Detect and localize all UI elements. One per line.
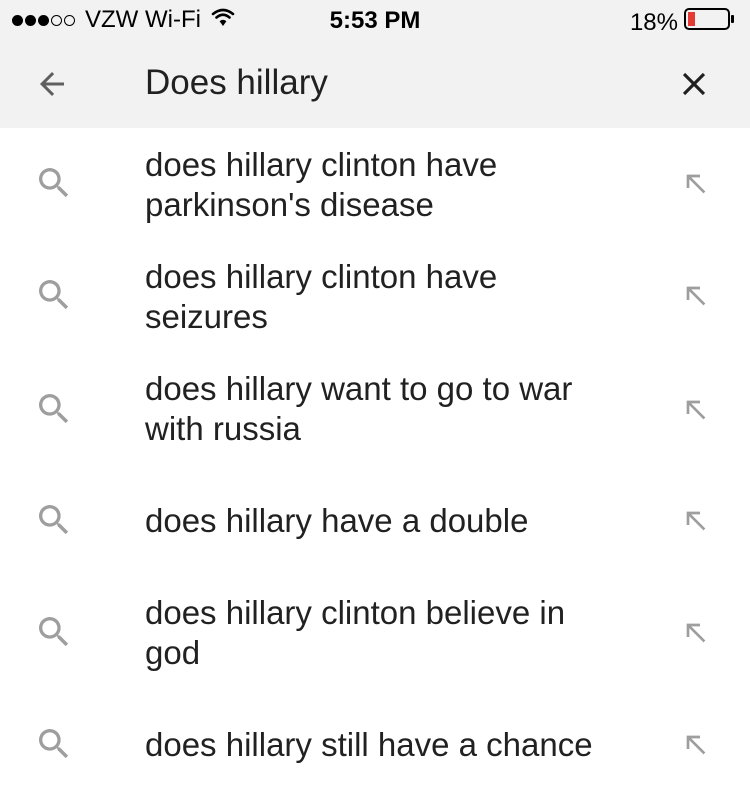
close-icon <box>682 72 706 96</box>
suggestion-text: does hillary clinton have parkinson's di… <box>145 145 625 225</box>
suggestion-line: does hillary clinton have <box>145 146 498 183</box>
suggestion-line: seizures <box>145 298 268 335</box>
suggestion-line: parkinson's disease <box>145 186 434 223</box>
suggestion-item[interactable]: does hillary clinton have seizures <box>0 240 750 352</box>
back-button[interactable] <box>28 62 76 106</box>
search-icon <box>39 280 69 310</box>
suggestion-item[interactable]: does hillary have a double <box>0 464 750 576</box>
suggestion-text: does hillary clinton believe in god <box>145 593 625 673</box>
arrow-up-left-icon[interactable] <box>680 505 712 537</box>
battery-icon <box>684 7 736 38</box>
status-right: 18% <box>630 7 736 38</box>
arrow-up-left-icon[interactable] <box>680 617 712 649</box>
search-icon <box>39 617 69 647</box>
suggestion-line: does hillary have a double <box>145 502 529 539</box>
suggestion-item[interactable]: does hillary clinton have parkinson's di… <box>0 128 750 240</box>
suggestion-text: does hillary clinton have seizures <box>145 257 625 337</box>
search-icon <box>39 505 69 535</box>
suggestion-line: with russia <box>145 410 301 447</box>
search-input[interactable] <box>145 60 625 106</box>
arrow-left-icon <box>40 72 64 96</box>
suggestion-line: god <box>145 634 201 671</box>
arrow-up-left-icon[interactable] <box>680 394 712 426</box>
suggestion-item[interactable]: does hillary clinton believe in god <box>0 576 750 688</box>
clear-button[interactable] <box>672 62 716 106</box>
suggestion-text: does hillary still have a chance <box>145 725 625 765</box>
suggestion-text: does hillary have a double <box>145 501 625 541</box>
suggestion-item[interactable]: does hillary still have a chance <box>0 688 750 800</box>
suggestion-text: does hillary want to go to war with russ… <box>145 369 625 449</box>
arrow-up-left-icon[interactable] <box>680 729 712 761</box>
arrow-up-left-icon[interactable] <box>680 280 712 312</box>
suggestion-line: does hillary clinton have <box>145 258 498 295</box>
search-header <box>0 40 750 128</box>
search-icon <box>39 729 69 759</box>
search-icon <box>39 168 69 198</box>
suggestion-line: does hillary still have a chance <box>145 726 593 763</box>
suggestion-line: does hillary want to go to war <box>145 370 573 407</box>
status-bar: VZW Wi-Fi 5:53 PM 18% <box>0 0 750 40</box>
battery-percent: 18% <box>629 8 678 36</box>
suggestion-item[interactable]: does hillary want to go to war with russ… <box>0 352 750 464</box>
search-icon <box>39 394 69 424</box>
suggestion-line: does hillary clinton believe in <box>145 594 566 631</box>
arrow-up-left-icon[interactable] <box>680 168 712 200</box>
